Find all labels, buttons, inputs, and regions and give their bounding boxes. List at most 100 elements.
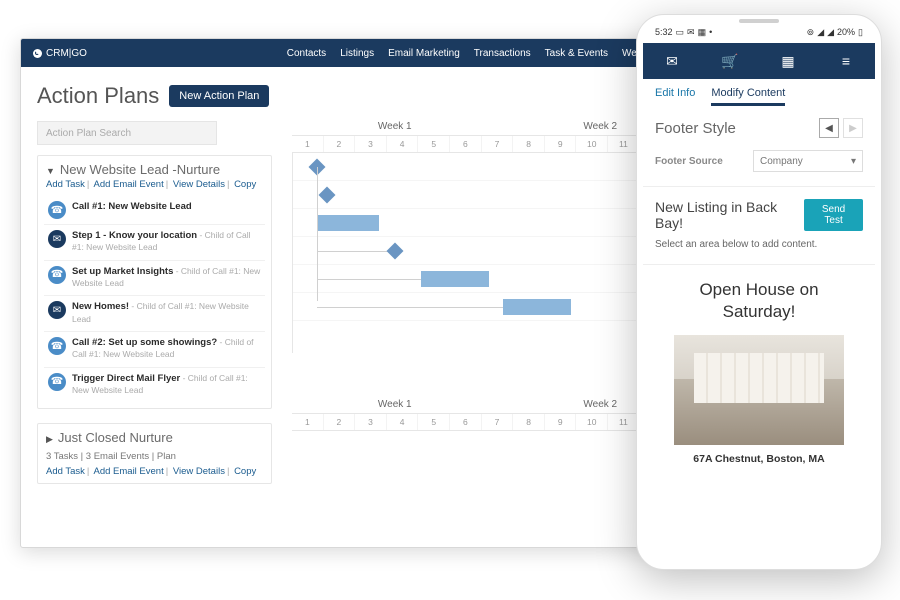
call-icon: ☎: [48, 201, 66, 219]
plan-name[interactable]: New Website Lead -Nurture: [46, 162, 263, 177]
page-title: Action Plans: [37, 83, 159, 109]
task-row[interactable]: ✉ Step 1 - Know your location - Child of …: [44, 225, 265, 261]
gantt-day-cell: 1: [292, 136, 324, 152]
task-text: New Homes! - Child of Call #1: New Websi…: [72, 301, 261, 326]
grid-icon[interactable]: ▦: [778, 53, 798, 70]
gantt-bar[interactable]: [503, 299, 571, 315]
email-icon: ✉: [48, 301, 66, 319]
view-details-link[interactable]: View Details: [173, 466, 225, 477]
footer-style-title: Footer Style: [655, 120, 736, 137]
nav-item[interactable]: Email Marketing: [388, 48, 460, 59]
phone-tabs: Edit Info Modify Content: [643, 79, 875, 106]
task-text: Step 1 - Know your location - Child of C…: [72, 230, 261, 255]
add-email-event-link[interactable]: Add Email Event: [94, 179, 164, 190]
status-icon: ▭: [676, 27, 685, 38]
crm-window: CRM|GO Contacts Listings Email Marketing…: [20, 38, 720, 548]
task-row[interactable]: ☎ Call #2: Set up some showings? - Child …: [44, 332, 265, 368]
footer-source-label: Footer Source: [655, 156, 723, 167]
select-value: Company: [760, 156, 803, 167]
app-logo[interactable]: CRM|GO: [33, 48, 87, 59]
gantt-day-cell: 6: [450, 414, 482, 430]
cart-icon[interactable]: 🛒: [720, 53, 740, 70]
battery-icon: ▯: [858, 27, 863, 38]
add-email-event-link[interactable]: Add Email Event: [94, 466, 164, 477]
search-placeholder: Action Plan Search: [46, 128, 131, 139]
gantt-day-cell: 3: [355, 136, 387, 152]
gantt-day-cell: 10: [576, 136, 608, 152]
gantt-day-cell: 5: [418, 414, 450, 430]
mobile-preview: 5:32 ▭ ✉ ▦ • ⊚ ◢ ◢ 20% ▯ ✉ 🛒 ▦ ≡ Edit In…: [636, 14, 882, 570]
phone-nav-bar: ✉ 🛒 ▦ ≡: [643, 43, 875, 79]
gantt-day-cell: 8: [513, 136, 545, 152]
gantt-day-cell: 2: [324, 136, 356, 152]
task-row[interactable]: ☎ Trigger Direct Mail Flyer - Child of Ca…: [44, 368, 265, 403]
gantt-diamond[interactable]: [387, 243, 404, 260]
battery-text: 20%: [837, 27, 855, 37]
task-text: Call #2: Set up some showings? - Child o…: [72, 337, 261, 362]
chevron-down-icon: ▾: [851, 156, 856, 167]
gantt-day-cell: 11: [608, 136, 640, 152]
email-icon: ✉: [48, 230, 66, 248]
phone-status-bar: 5:32 ▭ ✉ ▦ • ⊚ ◢ ◢ 20% ▯: [643, 21, 875, 43]
call-icon: ☎: [48, 373, 66, 391]
copy-link[interactable]: Copy: [234, 466, 256, 477]
status-icon: ▦: [698, 27, 707, 38]
gantt-day-cell: 10: [576, 414, 608, 430]
send-test-button[interactable]: Send Test: [804, 199, 863, 231]
plan-summary: 3 Tasks | 3 Email Events | Plan: [38, 447, 271, 462]
add-task-link[interactable]: Add Task: [46, 179, 85, 190]
tab-edit-info[interactable]: Edit Info: [655, 87, 695, 106]
app-name: CRM|GO: [46, 48, 87, 59]
task-row[interactable]: ☎Call #1: New Website Lead: [44, 196, 265, 225]
nav-item[interactable]: Listings: [340, 48, 374, 59]
gantt-day-cell: 4: [387, 136, 419, 152]
gantt-day-cell: 8: [513, 414, 545, 430]
task-text: Trigger Direct Mail Flyer - Child of Cal…: [72, 373, 261, 398]
footer-source-select[interactable]: Company ▾: [753, 150, 863, 172]
mail-icon[interactable]: ✉: [662, 53, 682, 70]
view-details-link[interactable]: View Details: [173, 179, 225, 190]
task-row[interactable]: ✉ New Homes! - Child of Call #1: New Webs…: [44, 296, 265, 332]
new-action-plan-button[interactable]: New Action Plan: [169, 85, 269, 107]
tab-modify-content[interactable]: Modify Content: [711, 87, 785, 106]
task-row[interactable]: ☎ Set up Market Insights - Child of Call …: [44, 261, 265, 297]
gantt-day-cell: 9: [545, 414, 577, 430]
listing-title: New Listing in Back Bay!: [655, 199, 804, 231]
menu-icon[interactable]: ≡: [836, 53, 856, 69]
plan-block-1: New Website Lead -Nurture Add Task| Add …: [37, 155, 272, 409]
nav-item[interactable]: Task & Events: [545, 48, 608, 59]
gantt-week-header: Week 1: [292, 121, 498, 135]
listing-image[interactable]: [674, 335, 844, 445]
task-text: Set up Market Insights - Child of Call #…: [72, 266, 261, 291]
listing-address: 67A Chestnut, Boston, MA: [643, 453, 875, 473]
call-icon: ☎: [48, 266, 66, 284]
open-house-heading[interactable]: Open House on Saturday!: [643, 269, 875, 329]
prev-arrow-button[interactable]: ◀: [819, 118, 839, 138]
gantt-day-cell: 6: [450, 136, 482, 152]
gantt-day-cell: 7: [482, 414, 514, 430]
signal-icon: ◢: [827, 27, 834, 38]
gantt-day-cell: 1: [292, 414, 324, 430]
gantt-diamond[interactable]: [319, 187, 336, 204]
gantt-bar[interactable]: [317, 215, 379, 231]
action-plan-search[interactable]: Action Plan Search: [37, 121, 217, 145]
gantt-day-cell: 5: [418, 136, 450, 152]
add-task-link[interactable]: Add Task: [46, 466, 85, 477]
copy-link[interactable]: Copy: [234, 179, 256, 190]
call-icon: ☎: [48, 337, 66, 355]
next-arrow-button[interactable]: ▶: [843, 118, 863, 138]
status-icon: •: [709, 27, 712, 37]
gantt-bar[interactable]: [421, 271, 489, 287]
status-time: 5:32: [655, 27, 673, 37]
listing-subtitle: Select an area below to add content.: [643, 239, 875, 260]
status-icon: ✉: [687, 27, 695, 38]
nav-item[interactable]: Transactions: [474, 48, 531, 59]
gantt-week-header: Week 1: [292, 399, 498, 413]
plan-name[interactable]: Just Closed Nurture: [46, 430, 263, 445]
phone-speaker: [739, 19, 779, 23]
gantt-day-cell: 2: [324, 414, 356, 430]
gantt-day-cell: 3: [355, 414, 387, 430]
gantt-day-cell: 4: [387, 414, 419, 430]
nav-item[interactable]: Contacts: [287, 48, 326, 59]
plan-action-links: Add Task| Add Email Event| View Details|…: [46, 179, 263, 190]
